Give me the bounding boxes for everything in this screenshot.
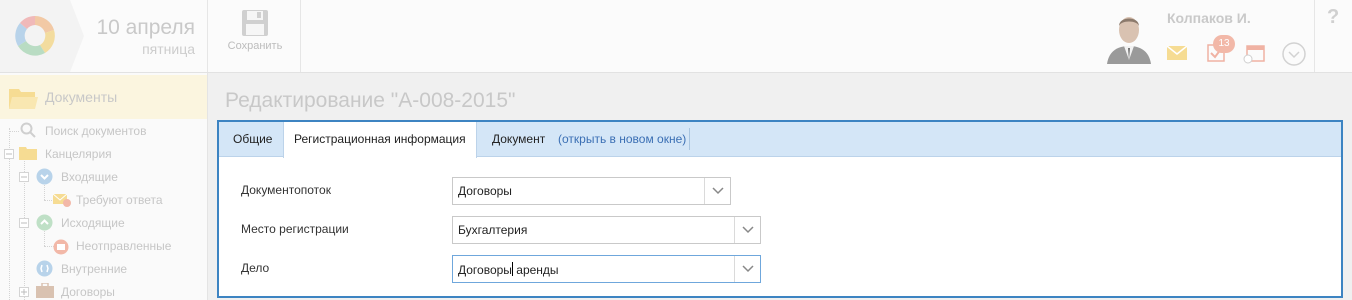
chevron-down-icon [742, 265, 754, 273]
calendar-icon[interactable] [1243, 44, 1265, 64]
sidebar-item-label: Канцелярия [45, 147, 112, 161]
collapse-icon [19, 172, 29, 182]
tab-registration-info[interactable]: Регистрационная информация [283, 122, 477, 158]
sidebar-item-label: Поиск документов [45, 124, 147, 138]
mail-warning-icon [53, 193, 71, 207]
chevron-down-icon[interactable] [1282, 42, 1306, 66]
save-button-label: Сохранить [227, 40, 283, 52]
case-dropdown-button[interactable] [734, 256, 760, 282]
folder-icon [19, 147, 37, 160]
save-button[interactable]: Сохранить [209, 0, 301, 72]
sidebar: Документы Поиск документов Канцелярия Вх… [0, 73, 208, 300]
outbox-icon [36, 214, 53, 231]
floppy-disk-icon [242, 10, 268, 36]
registration-place-dropdown-button[interactable] [734, 217, 760, 243]
sidebar-item-label: Договоры [61, 285, 115, 299]
sidebar-header[interactable]: Документы [0, 75, 207, 119]
registration-place-label: Место регистрации [241, 222, 349, 236]
date-day: 10 апреля [96, 16, 195, 39]
mail-unsent-icon [53, 239, 69, 255]
sidebar-item-label: Требуют ответа [76, 193, 163, 207]
briefcase-icon [36, 283, 54, 298]
page-title: Редактирование "А-008-2015" [225, 89, 516, 112]
docflow-value: Договоры [458, 184, 512, 198]
case-value-after-caret: аренды [512, 263, 559, 277]
sidebar-item-label: Исходящие [61, 216, 125, 230]
chevron-down-icon [742, 226, 754, 234]
case-value-before-caret: Договоры [458, 263, 512, 277]
tree-guide [44, 183, 45, 200]
user-name: Колпаков И. [1167, 10, 1251, 26]
mail-icon[interactable] [1167, 46, 1187, 60]
sidebar-title: Документы [45, 89, 118, 105]
expand-icon [19, 287, 29, 297]
avatar[interactable] [1103, 8, 1155, 64]
top-bar: 10 апреля пятница Сохранить Колпаков И. [0, 0, 1352, 73]
tab-document[interactable]: Документ [482, 122, 555, 157]
sidebar-item-label: Неотправленные [76, 239, 172, 253]
current-date: 10 апреля пятница [86, 0, 208, 72]
inbox-icon [36, 168, 53, 185]
logo-ring-icon [15, 16, 55, 56]
collapse-icon [19, 218, 29, 228]
sidebar-item-label: Входящие [61, 170, 118, 184]
tab-general[interactable]: Общие [223, 122, 282, 157]
tree-guide [44, 229, 45, 246]
tab-bar: Общие Регистрационная информация Докумен… [219, 122, 1341, 158]
case-value: Договоры аренды [458, 262, 559, 277]
search-icon [20, 122, 36, 138]
registration-place-select[interactable]: Бухгалтерия [452, 216, 761, 244]
internal-doc-icon [36, 260, 53, 277]
open-in-new-window-link[interactable]: (открыть в новом окне) [558, 122, 686, 157]
docflow-label: Документопоток [241, 183, 331, 197]
date-weekday: пятница [142, 41, 195, 57]
case-select[interactable]: Договоры аренды [452, 255, 761, 283]
edit-form-panel: Общие Регистрационная информация Докумен… [217, 120, 1343, 298]
tasks-badge: 13 [1213, 35, 1235, 53]
case-label: Дело [241, 261, 270, 275]
tab-divider [689, 128, 690, 150]
docflow-dropdown-button[interactable] [704, 178, 730, 204]
tree-guide [9, 131, 19, 132]
sidebar-item-label: Внутренние [61, 262, 128, 276]
help-button[interactable]: ? [1327, 6, 1339, 29]
logo-arrow [70, 0, 84, 72]
chevron-down-icon [712, 187, 724, 195]
registration-place-value: Бухгалтерия [458, 223, 528, 237]
docflow-select[interactable]: Договоры [452, 177, 731, 205]
user-panel: Колпаков И. 13 [1095, 0, 1315, 72]
expand-icon [4, 149, 14, 159]
app-logo[interactable] [0, 0, 70, 72]
folder-open-icon [9, 89, 38, 109]
